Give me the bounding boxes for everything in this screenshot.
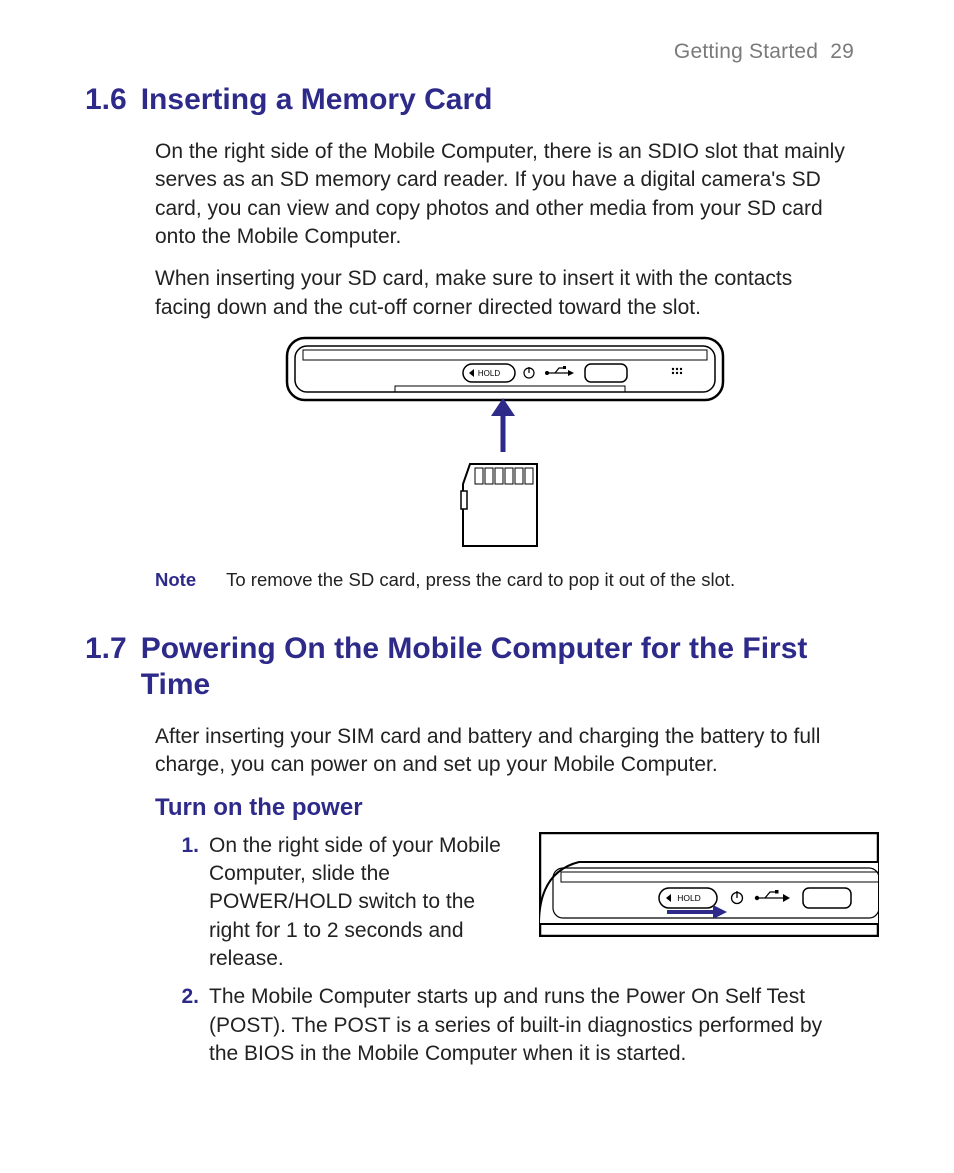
list-item: 1. On the right side of your Mobile Comp…: [173, 832, 854, 974]
step-text: The Mobile Computer starts up and runs t…: [209, 983, 854, 1068]
step-number: 2.: [173, 983, 199, 1068]
paragraph: When inserting your SD card, make sure t…: [155, 265, 854, 322]
section-heading-1-7: 1.7 Powering On the Mobile Computer for …: [85, 631, 854, 703]
paragraph: On the right side of the Mobile Computer…: [155, 138, 854, 251]
device-power-illustration: HOLD: [539, 832, 879, 937]
hold-label: HOLD: [477, 369, 499, 378]
section-number: 1.7: [85, 631, 127, 703]
step-number: 1.: [173, 832, 199, 974]
figure-sd-card-insert: HOLD: [155, 336, 854, 551]
step-text: On the right side of your Mobile Compute…: [209, 834, 501, 970]
list-item: 2. The Mobile Computer starts up and run…: [173, 983, 854, 1068]
header-section: Getting Started: [674, 40, 818, 63]
page-header: Getting Started 29: [85, 40, 854, 64]
note-text: To remove the SD card, press the card to…: [226, 569, 735, 591]
section-1-7-body: After inserting your SIM card and batter…: [85, 723, 854, 1068]
section-number: 1.6: [85, 82, 127, 118]
note-label: Note: [155, 569, 196, 591]
device-sd-illustration: HOLD: [285, 336, 725, 551]
hold-label: HOLD: [677, 893, 701, 903]
section-title: Inserting a Memory Card: [141, 82, 854, 118]
steps-list: 1. On the right side of your Mobile Comp…: [155, 832, 854, 1069]
section-heading-1-6: 1.6 Inserting a Memory Card: [85, 82, 854, 118]
paragraph: After inserting your SIM card and batter…: [155, 723, 854, 780]
header-page-number: 29: [830, 40, 854, 63]
section-title: Powering On the Mobile Computer for the …: [141, 631, 854, 703]
section-1-6-body: On the right side of the Mobile Computer…: [85, 138, 854, 591]
subheading-turn-on-power: Turn on the power: [155, 794, 854, 822]
note-row: Note To remove the SD card, press the ca…: [155, 569, 854, 591]
